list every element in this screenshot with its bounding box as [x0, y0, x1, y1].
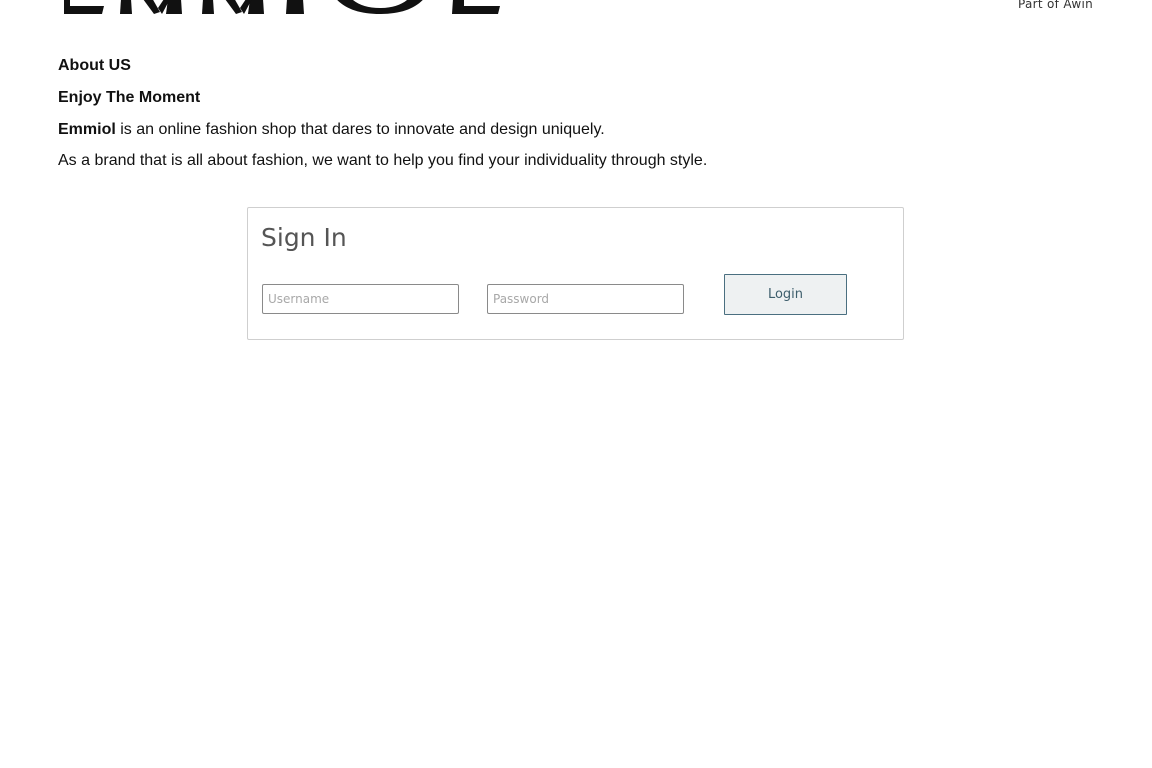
brand-name: Emmiol [58, 121, 116, 138]
about-mission: As a brand that is all about fashion, we… [58, 152, 708, 169]
about-subheading: Enjoy The Moment [58, 89, 201, 106]
about-intro-text: is an online fashion shop that dares to … [115, 121, 605, 138]
about-section: About US Enjoy The Moment Emmiol is an o… [58, 57, 958, 183]
about-heading: About US [58, 57, 131, 74]
brand-logo[interactable] [62, 0, 502, 16]
username-input[interactable] [262, 284, 459, 314]
password-input[interactable] [487, 284, 684, 314]
signin-title: Sign In [261, 223, 347, 252]
partner-text: Part of Awin [1018, 0, 1093, 11]
about-intro: Emmiol is an online fashion shop that da… [58, 121, 958, 139]
login-button[interactable]: Login [724, 274, 847, 315]
page: Part of Awin About US Enjoy The Moment E… [0, 0, 1152, 768]
signin-panel: Sign In Login [247, 207, 904, 340]
